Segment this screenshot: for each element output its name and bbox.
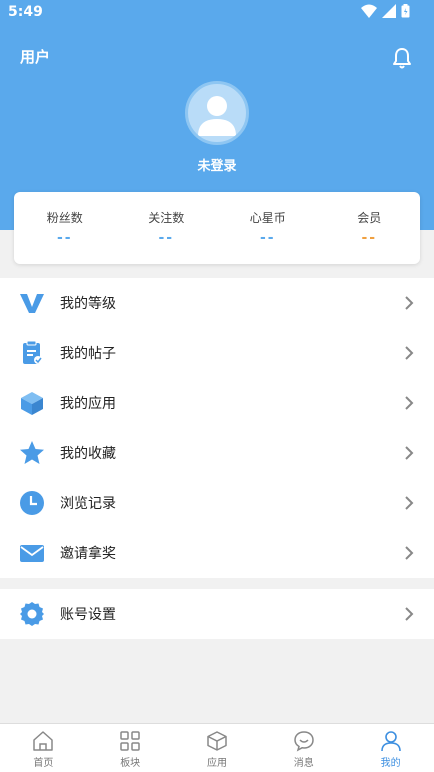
stat-label: 关注数 [148,211,185,225]
menu-item-history[interactable]: 浏览记录 [0,478,434,528]
grid-icon [120,731,140,751]
tab-label: 消息 [293,758,314,769]
stat-value: -- [361,230,378,246]
stat-label: 会员 [357,211,382,225]
stat-label: 粉丝数 [46,211,83,225]
chevron-right-icon [405,546,414,560]
cube-icon [21,392,43,415]
stat-following[interactable]: 关注数 -- [116,192,218,264]
tab-boards[interactable]: 板块 [87,724,174,772]
bottom-tab-bar: 首页 板块 应用 消息 我的 [0,723,434,772]
settings-group: 账号设置 [0,589,434,639]
menu-item-label: 我的帖子 [60,346,116,362]
clipboard-icon [23,340,42,364]
menu-item-posts[interactable]: 我的帖子 [0,328,434,378]
stat-followers[interactable]: 粉丝数 -- [14,192,116,264]
v-level-icon [20,294,44,313]
home-icon [33,731,54,751]
tab-home[interactable]: 首页 [0,724,87,772]
gear-icon [20,602,44,626]
menu-item-label: 账号设置 [60,607,116,623]
default-avatar-icon [198,96,236,136]
menu-item-label: 我的等级 [60,296,116,312]
chevron-right-icon [405,296,414,310]
menu-item-level[interactable]: 我的等级 [0,278,434,328]
menu-item-label: 浏览记录 [60,496,116,512]
menu-item-favorites[interactable]: 我的收藏 [0,428,434,478]
status-bar: 5:49 [0,0,434,24]
chevron-right-icon [405,396,414,410]
stat-value: -- [259,230,276,246]
user-icon [380,731,401,752]
tab-mine[interactable]: 我的 [347,724,434,772]
stat-value: -- [56,230,73,246]
tab-label: 应用 [206,758,227,769]
stat-value: -- [158,230,175,246]
menu-item-invite[interactable]: 邀请拿奖 [0,528,434,578]
chevron-right-icon [405,446,414,460]
menu-item-apps[interactable]: 我的应用 [0,378,434,428]
star-icon [20,441,44,464]
box-icon [207,731,227,751]
page-title: 用户 [20,48,51,66]
chat-icon [294,731,314,752]
status-time: 5:49 [8,4,43,20]
bell-icon[interactable] [390,46,414,70]
tab-apps[interactable]: 应用 [174,724,261,772]
clock-icon [20,491,44,515]
tab-messages[interactable]: 消息 [260,724,347,772]
chevron-right-icon [405,496,414,510]
tab-label: 首页 [33,758,54,769]
stat-coins[interactable]: 心星币 -- [217,192,319,264]
menu-item-label: 我的收藏 [60,446,116,462]
tab-label: 板块 [120,758,141,769]
tab-label: 我的 [380,758,401,769]
menu-item-account-settings[interactable]: 账号设置 [0,589,434,639]
status-icons [361,4,410,20]
login-status[interactable]: 未登录 [0,155,434,174]
chevron-right-icon [405,607,414,621]
wifi-icon [361,4,378,18]
battery-icon [401,4,410,18]
menu-item-label: 邀请拿奖 [60,546,116,562]
envelope-icon [20,545,44,562]
signal-icon [382,4,397,18]
avatar[interactable] [185,81,249,145]
menu-list: 我的等级 我的帖子 我的应用 我的收藏 浏览记录 邀请拿奖 [0,278,434,578]
stats-card: 粉丝数 -- 关注数 -- 心星币 -- 会员 -- [14,192,420,264]
stat-vip[interactable]: 会员 -- [319,192,421,264]
stat-label: 心星币 [249,211,286,225]
chevron-right-icon [405,346,414,360]
menu-item-label: 我的应用 [60,396,116,412]
